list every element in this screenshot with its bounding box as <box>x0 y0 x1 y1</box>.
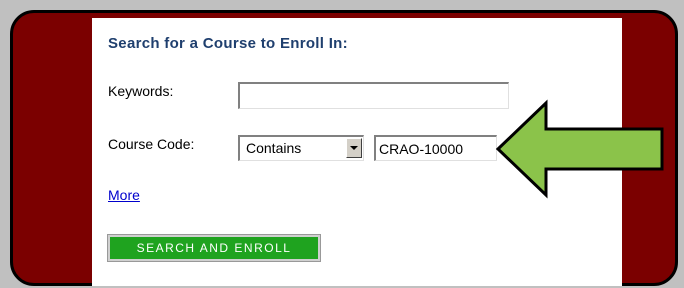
keywords-label: Keywords: <box>108 83 174 99</box>
keywords-input[interactable] <box>238 82 509 109</box>
course-code-label: Course Code: <box>108 136 195 152</box>
course-code-input[interactable] <box>374 135 497 161</box>
left-arrow-icon <box>495 99 664 199</box>
page-title: Search for a Course to Enroll In: <box>108 35 348 52</box>
search-and-enroll-button[interactable]: SEARCH AND ENROLL <box>107 234 321 262</box>
chevron-down-icon[interactable] <box>346 138 362 158</box>
arrow-shape <box>495 99 664 199</box>
match-type-selected-value: Contains <box>246 140 302 156</box>
more-link[interactable]: More <box>108 187 140 203</box>
match-type-select[interactable]: Contains <box>238 135 364 161</box>
